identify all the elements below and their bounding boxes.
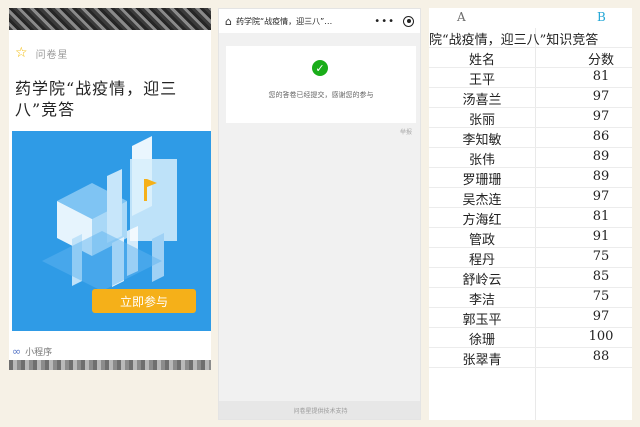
table-row: 李洁 75 bbox=[429, 288, 632, 308]
table-row: 郭玉平 97 bbox=[429, 308, 632, 328]
nav-title: 药学院“战疫情，迎三八”… bbox=[235, 16, 333, 26]
mini-program-label: 小程序 bbox=[25, 347, 53, 358]
score-cell[interactable]: 100 bbox=[577, 329, 625, 344]
table-row: 程丹 75 bbox=[429, 248, 632, 268]
result-screen: ⌂ 药学院“战疫情，迎三八”… ••• ✓ 您的答卷已经提交，感谢您的参与 举报… bbox=[218, 8, 421, 420]
table-row: 王平 81 bbox=[429, 68, 632, 88]
table-row: 张伟 89 bbox=[429, 148, 632, 168]
source-row: ☆ 问卷星 bbox=[15, 44, 69, 62]
nav-bar: ⌂ 药学院“战疫情，迎三八”… ••• bbox=[219, 9, 420, 33]
background-photo-bottom bbox=[9, 360, 211, 370]
table-row: 方海红 81 bbox=[429, 208, 632, 228]
name-cell[interactable]: 汤喜兰 bbox=[429, 89, 535, 108]
report-link[interactable]: 举报 bbox=[400, 127, 412, 136]
background-photo bbox=[9, 8, 211, 30]
column-header-a[interactable]: A bbox=[457, 10, 466, 24]
card-title: 药学院“战疫情，迎三八”竞答 bbox=[15, 79, 178, 119]
table-row: 管政 91 bbox=[429, 228, 632, 248]
score-sheet: A B 院“战疫情，迎三八”知识竞答 姓名 分数 王平 81 汤喜兰 97 张丽 97 李知… bbox=[429, 8, 632, 420]
join-button[interactable]: 立即参与 bbox=[92, 289, 196, 313]
score-cell[interactable]: 97 bbox=[577, 309, 625, 324]
score-cell[interactable]: 75 bbox=[577, 249, 625, 264]
title-row: 院“战疫情，迎三八”知识竞答 bbox=[429, 28, 632, 48]
name-cell[interactable]: 管政 bbox=[429, 229, 535, 248]
score-cell[interactable]: 97 bbox=[577, 189, 625, 204]
score-cell[interactable]: 86 bbox=[577, 129, 625, 144]
score-cell[interactable]: 89 bbox=[577, 169, 625, 184]
name-header[interactable]: 姓名 bbox=[429, 49, 535, 68]
score-cell[interactable]: 89 bbox=[577, 149, 625, 164]
score-cell[interactable]: 88 bbox=[577, 349, 625, 364]
table-row: 李知敏 86 bbox=[429, 128, 632, 148]
source-name: 问卷星 bbox=[35, 49, 69, 61]
header-row: 姓名 分数 bbox=[429, 48, 632, 68]
name-cell[interactable]: 方海红 bbox=[429, 209, 535, 228]
score-cell[interactable]: 97 bbox=[577, 109, 625, 124]
score-cell[interactable]: 75 bbox=[577, 289, 625, 304]
score-cell[interactable]: 91 bbox=[577, 229, 625, 244]
name-cell[interactable]: 程丹 bbox=[429, 249, 535, 268]
sheet-title[interactable]: 院“战疫情，迎三八”知识竞答 bbox=[429, 29, 598, 48]
close-target-icon[interactable] bbox=[403, 15, 414, 27]
name-cell[interactable]: 张伟 bbox=[429, 149, 535, 168]
table-row: 吴杰连 97 bbox=[429, 188, 632, 208]
name-cell[interactable]: 李知敏 bbox=[429, 129, 535, 148]
table-row: 汤喜兰 97 bbox=[429, 88, 632, 108]
thank-you-message: 您的答卷已经提交，感谢您的参与 bbox=[268, 91, 374, 99]
name-cell[interactable]: 郭玉平 bbox=[429, 309, 535, 328]
name-cell[interactable]: 舒岭云 bbox=[429, 269, 535, 288]
name-cell[interactable]: 徐珊 bbox=[429, 329, 535, 348]
score-cell[interactable]: 81 bbox=[577, 69, 625, 84]
table-row: 徐珊 100 bbox=[429, 328, 632, 348]
more-icon[interactable]: ••• bbox=[374, 16, 395, 27]
name-cell[interactable]: 罗珊珊 bbox=[429, 169, 535, 188]
home-icon[interactable]: ⌂ bbox=[225, 15, 232, 28]
column-header-row: A B bbox=[429, 8, 632, 28]
score-cell[interactable]: 85 bbox=[577, 269, 625, 284]
mini-program-icon: ∞ bbox=[12, 344, 22, 358]
survey-banner[interactable]: 立即参与 bbox=[12, 131, 211, 331]
table-row: 张翠青 88 bbox=[429, 348, 632, 368]
star-icon: ☆ bbox=[15, 45, 28, 61]
share-card[interactable]: ☆ 问卷星 药学院“战疫情，迎三八”竞答 立即参与 ∞ 小程序 bbox=[9, 8, 211, 370]
footer: 问卷星提供技术支持 bbox=[219, 401, 420, 419]
mini-program-tag: ∞ 小程序 bbox=[12, 342, 52, 360]
table-row: 张丽 97 bbox=[429, 108, 632, 128]
success-card: ✓ 您的答卷已经提交，感谢您的参与 bbox=[226, 46, 416, 123]
name-cell[interactable]: 吴杰连 bbox=[429, 189, 535, 208]
table-row: 舒岭云 85 bbox=[429, 268, 632, 288]
table-row: 罗珊珊 89 bbox=[429, 168, 632, 188]
score-cell[interactable]: 81 bbox=[577, 209, 625, 224]
name-cell[interactable]: 李洁 bbox=[429, 289, 535, 308]
name-cell[interactable]: 张丽 bbox=[429, 109, 535, 128]
column-header-b[interactable]: B bbox=[597, 10, 606, 24]
score-header[interactable]: 分数 bbox=[577, 49, 625, 68]
check-icon: ✓ bbox=[312, 60, 328, 76]
name-cell[interactable]: 王平 bbox=[429, 69, 535, 88]
score-cell[interactable]: 97 bbox=[577, 89, 625, 104]
name-cell[interactable]: 张翠青 bbox=[429, 349, 535, 368]
